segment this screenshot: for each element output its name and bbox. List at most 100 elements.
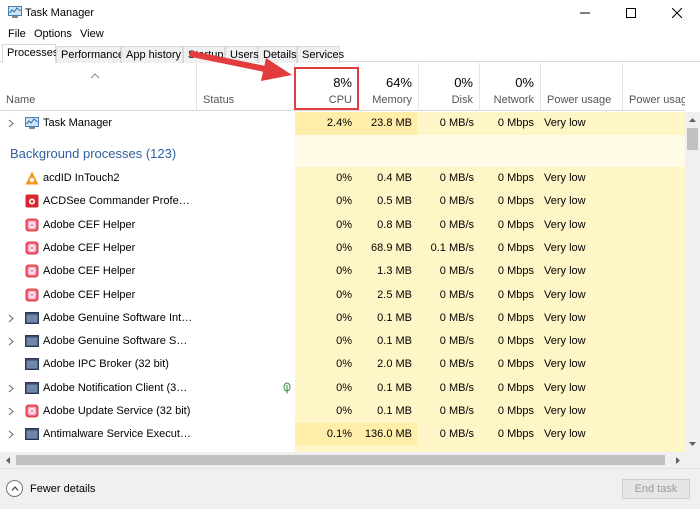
table-row[interactable]: Adobe Notification Client (32 bi... 0% 0.1…: [0, 377, 685, 400]
cell-memory: 136.0 MB: [364, 428, 412, 441]
menu-file[interactable]: File: [8, 28, 26, 40]
menu-options[interactable]: Options: [34, 28, 72, 40]
maximize-button[interactable]: [608, 0, 654, 26]
expand-chevron-icon[interactable]: [8, 119, 14, 128]
table-row[interactable]: Task Manager 2.4% 23.8 MB 0 MB/s 0 Mbps Very …: [0, 112, 685, 135]
tab-performance[interactable]: Performance: [56, 46, 124, 63]
table-row[interactable]: Antimalware Service Executable 0.1% 136.0 …: [0, 423, 685, 446]
scroll-down-icon[interactable]: [685, 436, 700, 452]
column-power-usage[interactable]: Power usage: [540, 63, 622, 111]
process-name: Adobe IPC Broker (32 bit): [43, 358, 169, 371]
expand-chevron-icon[interactable]: [8, 407, 14, 416]
scroll-right-icon[interactable]: [670, 452, 685, 468]
cpu-highlight-box: [294, 67, 359, 110]
column-name[interactable]: Name: [0, 63, 196, 111]
cell-disk: 0 MB/s: [439, 288, 474, 301]
cell-power: Very low: [544, 218, 586, 231]
table-row[interactable]: Adobe IPC Broker (32 bit) 0% 2.0 MB 0 MB/s 0…: [0, 353, 685, 376]
vertical-scroll-thumb[interactable]: [687, 128, 698, 150]
expand-chevron-icon[interactable]: [8, 384, 14, 393]
cell-network: 0 Mbps: [497, 358, 534, 371]
table-row[interactable]: Adobe CEF Helper 0% 68.9 MB 0.1 MB/s 0 Mbps V…: [0, 237, 685, 260]
close-button[interactable]: [654, 0, 700, 26]
expand-chevron-icon[interactable]: [8, 314, 14, 323]
cell-disk: 0 MB/s: [439, 195, 474, 208]
menu-view[interactable]: View: [80, 28, 104, 40]
process-name: acdID InTouch2: [43, 172, 120, 184]
table-row[interactable]: acdID InTouch2 0% 0.4 MB 0 MB/s 0 Mbps Very l…: [0, 167, 685, 190]
cell-cpu: 0%: [336, 218, 352, 231]
cell-cpu: 0%: [336, 195, 352, 208]
minimize-button[interactable]: [562, 0, 608, 26]
table-row[interactable]: Adobe CEF Helper 0% 2.5 MB 0 MB/s 0 Mbps Very…: [0, 284, 685, 307]
cell-cpu: 0%: [336, 311, 352, 324]
cell-cpu: 0.1%: [326, 428, 352, 441]
table-row[interactable]: ACDSee Commander Professio... 0% 0.5 MB 0 M…: [0, 190, 685, 213]
table-row[interactable]: Adobe CEF Helper 0% 0.8 MB 0 MB/s 0 Mbps Very…: [0, 214, 685, 237]
acdsee-app-icon: [25, 194, 39, 208]
process-name: Adobe CEF Helper: [43, 265, 136, 278]
cell-power: Very low: [544, 195, 586, 208]
horizontal-scroll-thumb[interactable]: [16, 455, 665, 465]
scroll-up-icon[interactable]: [685, 112, 700, 128]
scroll-left-icon[interactable]: [0, 452, 15, 468]
section-header: Background processes (123): [0, 142, 685, 165]
cell-disk: 0 MB/s: [439, 381, 474, 394]
cell-power: Very low: [544, 358, 586, 371]
expand-chevron-icon[interactable]: [8, 337, 14, 346]
task-manager-icon: [25, 117, 39, 129]
cell-cpu: 0%: [336, 358, 352, 371]
vertical-scrollbar[interactable]: [685, 112, 700, 452]
process-name: Adobe Update Service (32 bit): [43, 405, 191, 417]
scrollbar-corner: [685, 452, 700, 468]
footer-bar: Fewer details End task: [0, 468, 700, 509]
column-memory[interactable]: 64% Memory: [358, 63, 418, 111]
horizontal-scrollbar[interactable]: [0, 452, 685, 468]
column-disk[interactable]: 0% Disk: [418, 63, 479, 111]
fewer-details-label[interactable]: Fewer details: [30, 483, 95, 495]
cell-power: Very low: [544, 311, 586, 324]
process-name: Task Manager: [43, 117, 113, 129]
cell-memory: 0.5 MB: [377, 195, 412, 208]
cell-network: 0 Mbps: [497, 265, 534, 278]
cell-network: 0 Mbps: [497, 311, 534, 324]
acdid-app-icon: [25, 171, 39, 185]
cell-power: Very low: [544, 335, 586, 348]
cell-disk: 0 MB/s: [439, 428, 474, 441]
expand-chevron-icon[interactable]: [8, 430, 14, 439]
cell-disk: 0 MB/s: [439, 265, 474, 278]
memory-total: 64%: [385, 75, 412, 90]
process-name: Adobe CEF Helper: [43, 241, 136, 254]
cell-network: 0 Mbps: [497, 381, 534, 394]
cell-power: Very low: [544, 405, 586, 417]
cell-power: Very low: [544, 172, 586, 184]
adobe-cc-icon: [25, 241, 39, 255]
cell-power: Very low: [544, 381, 586, 394]
table-row[interactable]: Adobe Genuine Software Integri... 0% 0.1 M…: [0, 307, 685, 330]
table-row[interactable]: Adobe CEF Helper 0% 1.3 MB 0 MB/s 0 Mbps Very…: [0, 260, 685, 283]
process-window-icon: [25, 381, 39, 394]
table-row[interactable]: Adobe Update Service (32 bit) 0% 0.1 MB 0 M…: [0, 400, 685, 423]
cell-cpu: 0%: [336, 335, 352, 348]
cell-network: 0 Mbps: [497, 195, 534, 208]
table-row[interactable]: Adobe Genuine Software Servic... 0% 0.1 MB…: [0, 330, 685, 353]
process-list: Task Manager 2.4% 23.8 MB 0 MB/s 0 Mbps Very …: [0, 112, 685, 452]
cell-cpu: 2.4%: [326, 117, 352, 129]
cell-memory: 23.8 MB: [371, 117, 412, 129]
close-icon: [672, 8, 682, 18]
tab-app-history[interactable]: App history: [121, 46, 183, 63]
fewer-details-button[interactable]: [6, 480, 23, 497]
cell-memory: 0.4 MB: [377, 172, 412, 184]
end-task-button[interactable]: End task: [622, 479, 690, 499]
cell-network: 0 Mbps: [497, 405, 534, 417]
cell-disk: 0 MB/s: [439, 358, 474, 371]
adobe-cc-icon: [25, 288, 39, 301]
menu-bar: File Options View: [0, 26, 700, 44]
column-network[interactable]: 0% Network: [479, 63, 540, 111]
tab-processes[interactable]: Processes: [2, 44, 58, 63]
column-power-usage-trend[interactable]: Power usage t...: [622, 63, 685, 111]
cell-memory: 1.3 MB: [377, 265, 412, 278]
tab-services[interactable]: Services: [297, 46, 344, 63]
cell-network: 0 Mbps: [497, 117, 534, 129]
cell-memory: 0.1 MB: [377, 335, 412, 348]
